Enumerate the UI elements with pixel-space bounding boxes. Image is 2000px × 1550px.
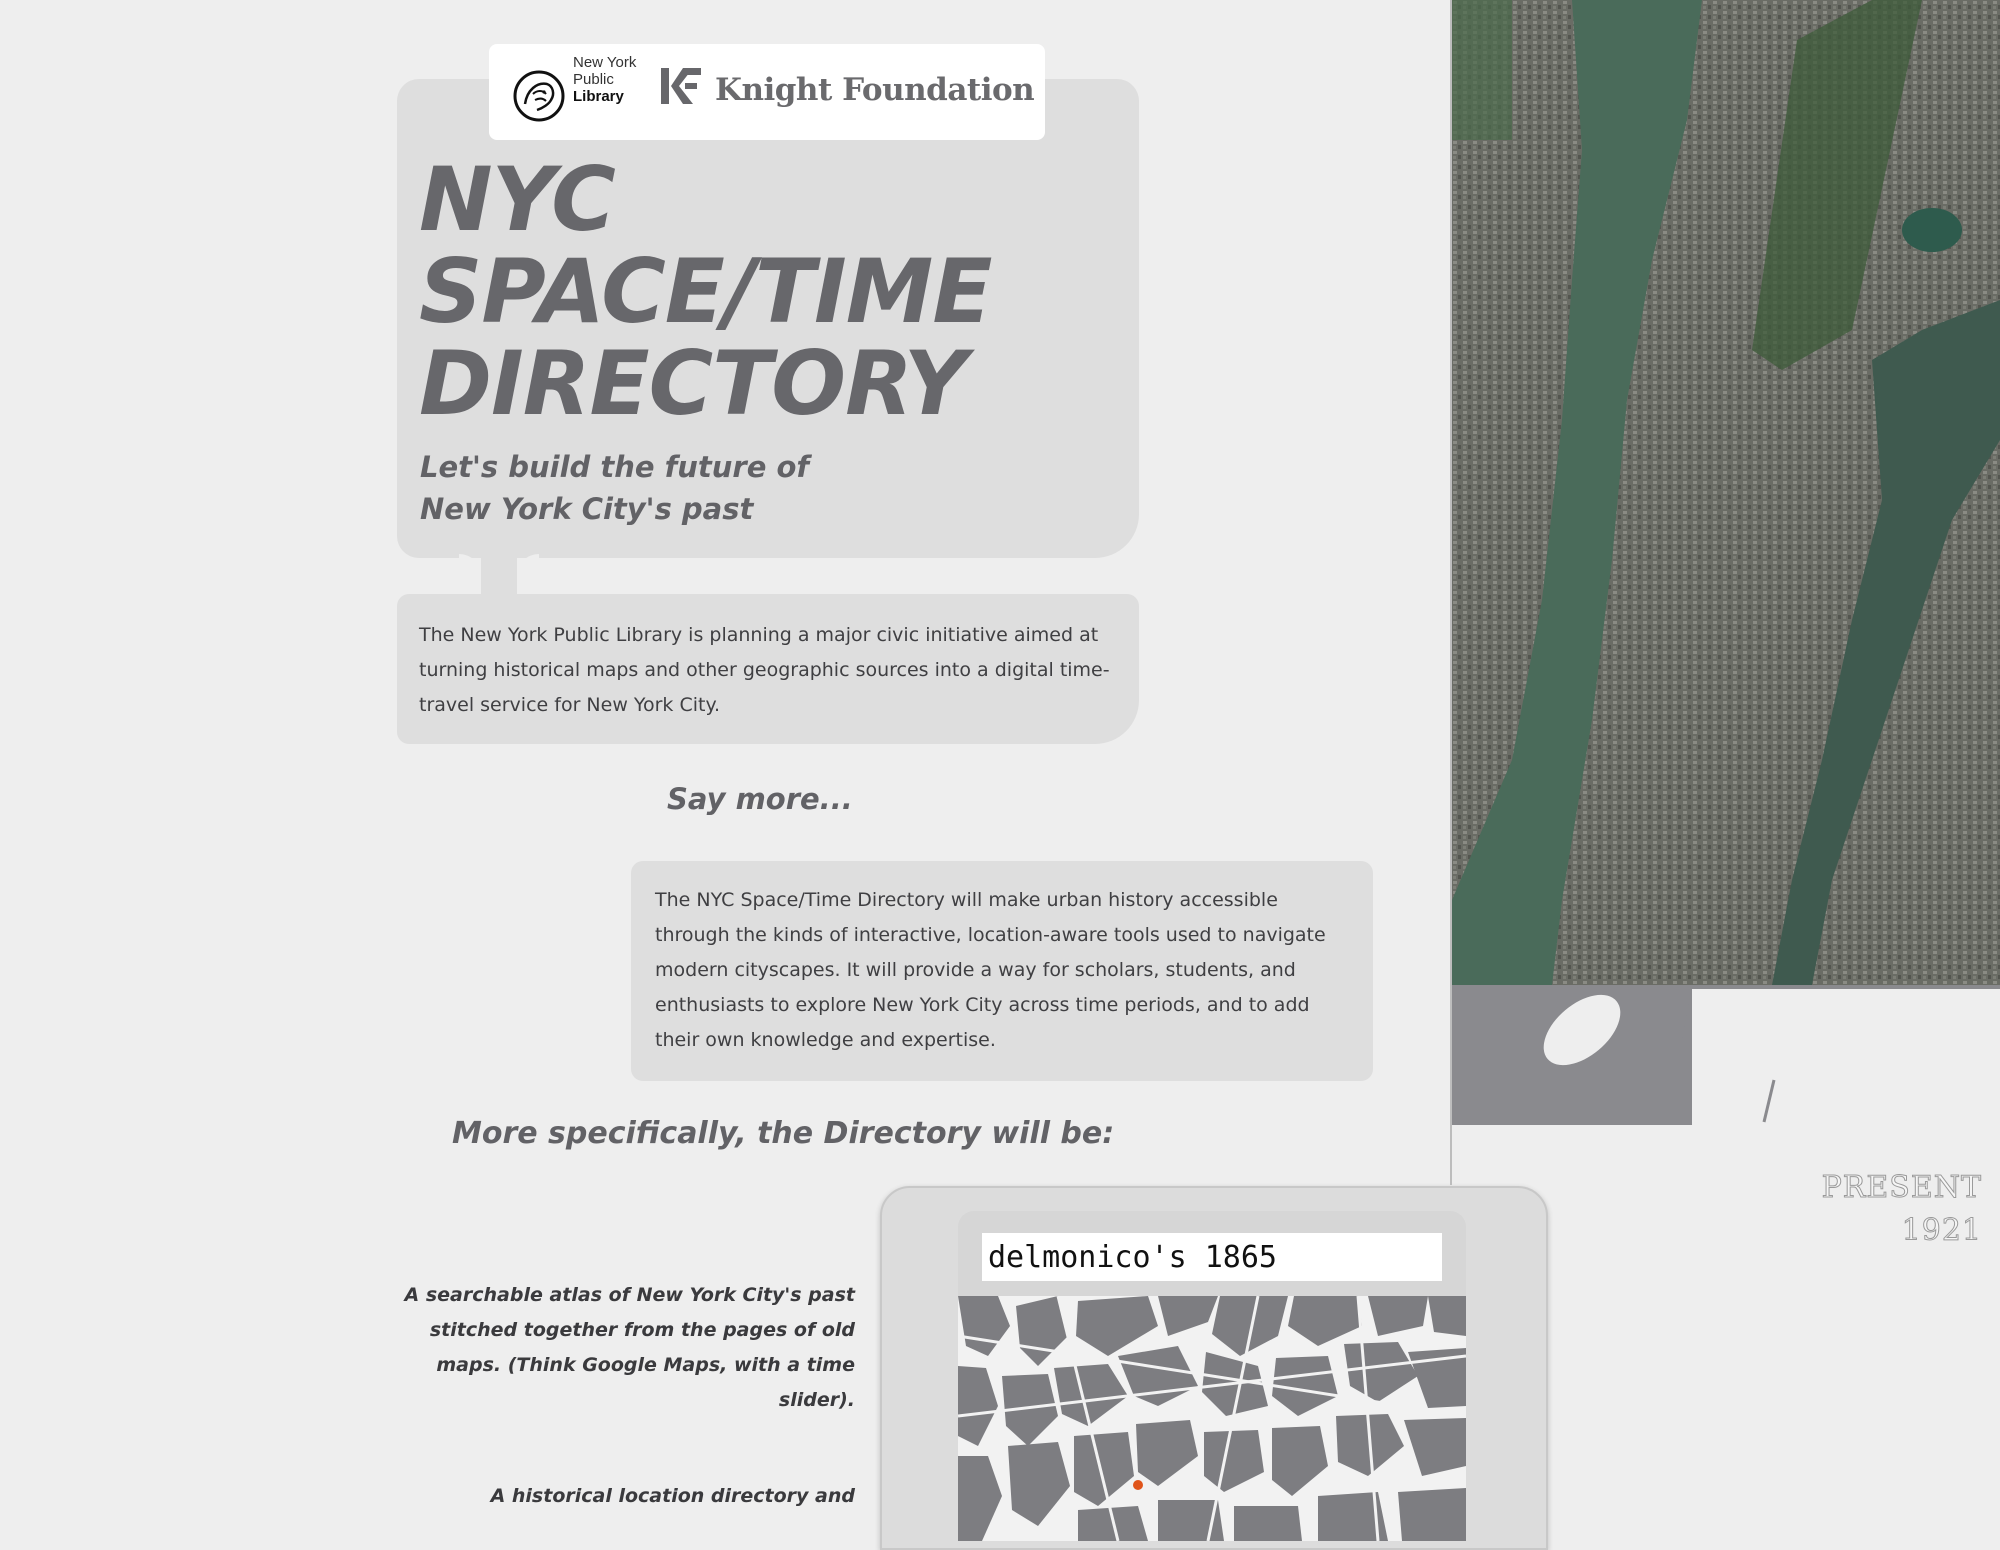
details-text: The NYC Space/Time Directory will make u… <box>655 889 1326 1051</box>
feature-location-directory: A historical location directory and <box>490 1485 855 1507</box>
nypl-line-2: Public <box>573 71 614 88</box>
intro-panel: The New York Public Library is planning … <box>397 594 1139 744</box>
nypl-line-3: Library <box>573 88 624 105</box>
nypl-lion-icon[interactable] <box>513 70 565 122</box>
knight-foundation-icon[interactable] <box>659 66 703 106</box>
search-input[interactable] <box>982 1233 1442 1281</box>
phone-screen <box>958 1211 1466 1541</box>
feature-atlas: A searchable atlas of New York City's pa… <box>404 1284 855 1411</box>
nypl-line-1: New York <box>573 54 637 71</box>
tagline: Let's build the future of New York City'… <box>420 446 840 530</box>
tail-curve-right <box>517 554 539 596</box>
timeline-present-label[interactable]: PRESENT <box>1821 1166 1982 1209</box>
timeline-year-label[interactable]: 1921 <box>1822 1209 1982 1252</box>
page-title: NYC SPACE/TIME DIRECTORY <box>419 148 992 435</box>
nypl-wordmark[interactable]: New York Public Library <box>573 54 636 105</box>
title-line-3: DIRECTORY <box>419 332 968 435</box>
speech-bubble-tail <box>481 554 517 596</box>
title-line-2: SPACE/TIME <box>419 240 992 343</box>
tagline-line-1: Let's build the future of <box>420 450 810 484</box>
features-heading: More specifically, the Directory will be… <box>452 1116 1115 1151</box>
timeline-labels[interactable]: PRESENT 1921 <box>1821 1166 1982 1252</box>
sponsor-logos: New York Public Library Knight Foundatio… <box>489 44 1045 140</box>
intro-text: The New York Public Library is planning … <box>419 624 1110 716</box>
tail-curve-left <box>459 554 481 596</box>
satellite-map[interactable] <box>1452 0 2000 1125</box>
historical-street-map[interactable] <box>958 1296 1466 1541</box>
knight-foundation-wordmark[interactable]: Knight Foundation <box>715 72 1035 108</box>
tagline-line-2: New York City's past <box>420 492 754 526</box>
say-more-heading: Say more... <box>667 782 853 816</box>
title-line-1: NYC <box>419 148 616 251</box>
location-marker-icon <box>1133 1480 1143 1490</box>
details-panel: The NYC Space/Time Directory will make u… <box>631 861 1373 1081</box>
